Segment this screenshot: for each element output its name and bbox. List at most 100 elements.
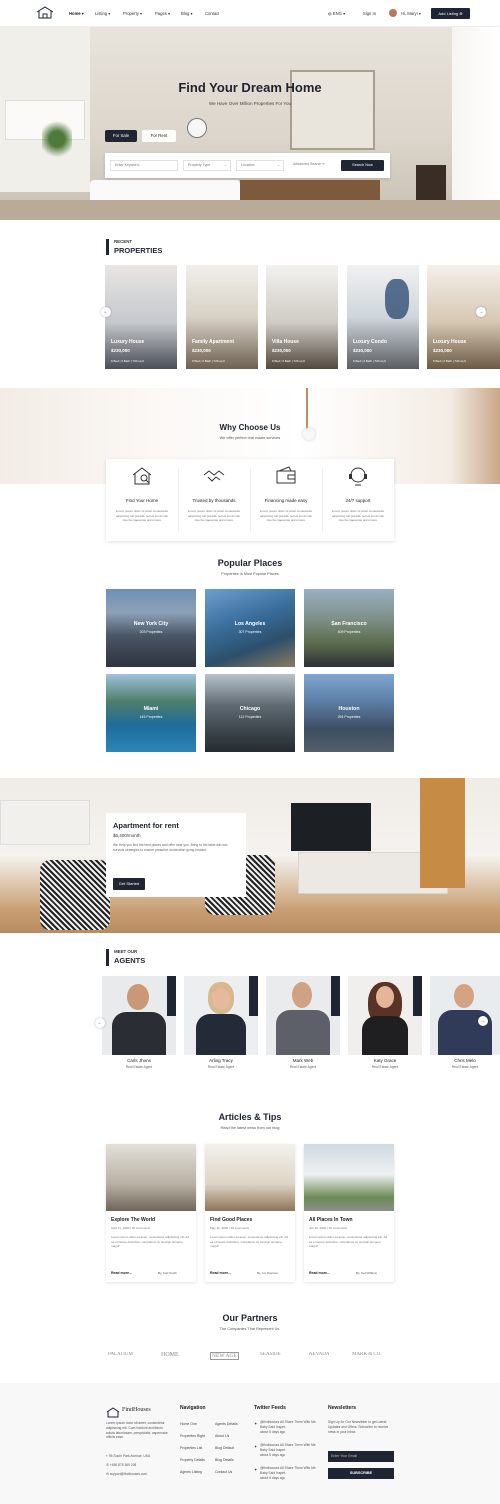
footer-logo-text[interactable]: FindHouses — [122, 1407, 151, 1413]
places-title: Popular Places — [217, 558, 283, 568]
property-card[interactable]: Luxury House $230,000 6 Bed | 3 Bath | 7… — [105, 265, 177, 369]
user-menu[interactable]: Hi, Mary! ▾ — [401, 11, 421, 16]
article-image — [205, 1144, 295, 1211]
subscribe-button[interactable]: SUBSCRIBE — [328, 1468, 394, 1479]
place-card[interactable]: Chicago 112 Properties — [205, 674, 295, 752]
agent-role: Real Estate Agent — [289, 1065, 317, 1069]
articles-title: Articles & Tips — [218, 1112, 282, 1122]
partner-logo[interactable]: PALATIUM — [108, 1352, 133, 1357]
property-type-select[interactable]: Property Type ⌄ — [183, 160, 231, 171]
read-more-link[interactable]: Read more... — [309, 1271, 330, 1275]
place-name: Los Angeles — [234, 621, 266, 627]
tweet-time: about 5 days ago — [260, 1476, 286, 1480]
place-card[interactable]: Los Angeles 307 Properties — [205, 589, 295, 667]
carousel-next-icon[interactable]: → — [476, 307, 486, 317]
footer-nav-link[interactable]: Properties List — [180, 1446, 202, 1450]
agent-suit — [112, 1012, 166, 1055]
place-card[interactable]: Houston 254 Properties — [304, 674, 394, 752]
place-count: 112 Properties — [238, 715, 262, 719]
signin-link[interactable]: Sign In — [363, 11, 376, 16]
agent-card[interactable]: Arling Tracy Real Estate Agent — [184, 976, 258, 1069]
nav-pages[interactable]: Pages ▾ — [155, 11, 170, 16]
partner-logo[interactable]: MARK & CO. — [352, 1352, 382, 1357]
agent-role: Real Estate Agent — [207, 1065, 235, 1069]
partners-subtitle: The Companies That Represent Us. — [219, 1327, 281, 1331]
property-card[interactable]: Luxury House $230,000 6 Bed | 3 Bath | 7… — [427, 265, 500, 369]
carousel-prev-icon[interactable]: ← — [95, 1018, 105, 1028]
article-title: All Places In Town — [309, 1217, 353, 1223]
read-more-link[interactable]: Read more... — [111, 1271, 132, 1275]
article-card[interactable]: Explore The World April 11, 2020 | 30 Co… — [106, 1144, 196, 1282]
footer-logo-icon[interactable] — [106, 1405, 120, 1418]
nav-property[interactable]: Property ▾ — [123, 11, 142, 16]
footer-nav-link[interactable]: Agents Listing — [180, 1470, 202, 1474]
article-desc: Lorem ipsum dolor sit amet, consectetur … — [309, 1235, 388, 1249]
property-info: 6 Bed | 3 Bath | 720 sq ft — [433, 359, 466, 363]
language-selector[interactable]: ◍ ENG ▾ — [328, 11, 345, 16]
handshake-icon — [202, 465, 226, 487]
search-now-button[interactable]: Search Now — [341, 160, 384, 171]
partner-logo[interactable]: NEW AGE — [210, 1352, 239, 1360]
article-title: Find Good Places — [210, 1217, 253, 1223]
footer-email[interactable]: ✉ support@findhouses.com — [106, 1472, 147, 1477]
partner-logo[interactable]: HOME — [161, 1352, 179, 1358]
feature-title: 24/7 support — [345, 498, 371, 503]
place-card[interactable]: Miami 145 Properties — [106, 674, 196, 752]
property-card[interactable]: Family Apartment $230,000 6 Bed | 3 Bath… — [186, 265, 258, 369]
agent-card[interactable]: Carls Jhons Real Estate Agent — [102, 976, 176, 1069]
nav-listing[interactable]: Listing ▾ — [95, 11, 110, 16]
footer-address: ⌖ 95 South Park Avenue, USA — [106, 1454, 151, 1458]
agent-face — [292, 982, 312, 1008]
add-listing-button[interactable]: Add Listing ⊕ — [431, 8, 470, 19]
footer-nav-link[interactable]: Contact Us — [215, 1470, 232, 1474]
tab-for-rent[interactable]: For Rent — [142, 130, 176, 142]
agent-suit — [276, 1010, 330, 1055]
apartment-desc: We Help you find the best places and off… — [113, 843, 228, 852]
nav-blog[interactable]: Blog ▾ — [181, 11, 193, 16]
footer-nav-link[interactable]: Blog Details — [215, 1458, 234, 1462]
feature-card: 24/7 support Lorem ipsum dolor sit amet … — [322, 459, 394, 541]
agent-card[interactable]: Mark Web Real Estate Agent — [266, 976, 340, 1069]
get-started-button[interactable]: Get Started — [113, 878, 145, 890]
place-card[interactable]: New York City 203 Properties — [106, 589, 196, 667]
nav-home[interactable]: Home ▾ — [69, 11, 84, 16]
logo-icon[interactable] — [36, 6, 54, 19]
carousel-prev-icon[interactable]: ← — [101, 307, 111, 317]
place-name: Houston — [338, 706, 360, 712]
property-card[interactable]: Luxury Condo $230,000 6 Bed | 3 Bath | 7… — [347, 265, 419, 369]
newsletter-email-input[interactable]: Enter Your Email — [328, 1451, 394, 1462]
newsletter-text: Sign Up for Our Newsletter to get Latest… — [328, 1420, 389, 1434]
footer-nav-link[interactable]: Agents Details — [215, 1422, 238, 1426]
footer-nav-link[interactable]: About Us — [215, 1434, 229, 1438]
keyword-input[interactable]: Enter Keyword... — [110, 160, 178, 171]
avatar[interactable] — [389, 9, 397, 17]
footer-nav-link[interactable]: Properties Right — [180, 1434, 205, 1438]
article-card[interactable]: Find Good Places May 10, 2020 | 30 Comme… — [205, 1144, 295, 1282]
place-count: 307 Properties — [238, 630, 262, 634]
footer-nav-link[interactable]: Property Details — [180, 1458, 205, 1462]
article-meta: Jun 30, 2020 | 30 Comments — [309, 1226, 348, 1230]
nav-contact[interactable]: Contact — [205, 11, 219, 16]
place-name: San Francisco — [331, 621, 367, 627]
carousel-next-icon[interactable]: → — [478, 1016, 488, 1026]
agent-card[interactable]: Katy Grace Real Estate Agent — [348, 976, 422, 1069]
location-select[interactable]: Location ⌄ — [236, 160, 284, 171]
hero-title: Find Your Dream Home — [178, 80, 322, 95]
footer-nav-link[interactable]: Home One — [180, 1422, 197, 1426]
tab-for-sale[interactable]: For Sale — [105, 130, 137, 142]
feature-desc: Lorem ipsum dolor sit amet consectetur a… — [115, 509, 169, 522]
partner-logo[interactable]: NEVADA — [309, 1352, 329, 1357]
advanced-search-toggle[interactable]: Advanced Search ≡ — [289, 160, 337, 171]
recent-title: PROPERTIES — [114, 246, 163, 255]
place-card[interactable]: San Francisco 409 Properties — [304, 589, 394, 667]
read-more-link[interactable]: Read more... — [210, 1271, 231, 1275]
tree-art-icon — [385, 279, 409, 319]
footer-nav-link[interactable]: Blog Default — [215, 1446, 234, 1450]
property-card[interactable]: Villa House $230,000 6 Bed | 3 Bath | 72… — [266, 265, 338, 369]
article-card[interactable]: All Places In Town Jun 30, 2020 | 30 Com… — [304, 1144, 394, 1282]
agent-role: Real Estate Agent — [125, 1065, 153, 1069]
tweet-text: @findhouses All Share Them With Me Baby … — [260, 1443, 316, 1452]
agent-card[interactable]: Chris Melo Real Estate Agent — [430, 976, 500, 1069]
partner-logo[interactable]: SEASIDE — [260, 1352, 281, 1357]
feature-desc: Lorem ipsum dolor sit amet consectetur a… — [259, 509, 313, 522]
